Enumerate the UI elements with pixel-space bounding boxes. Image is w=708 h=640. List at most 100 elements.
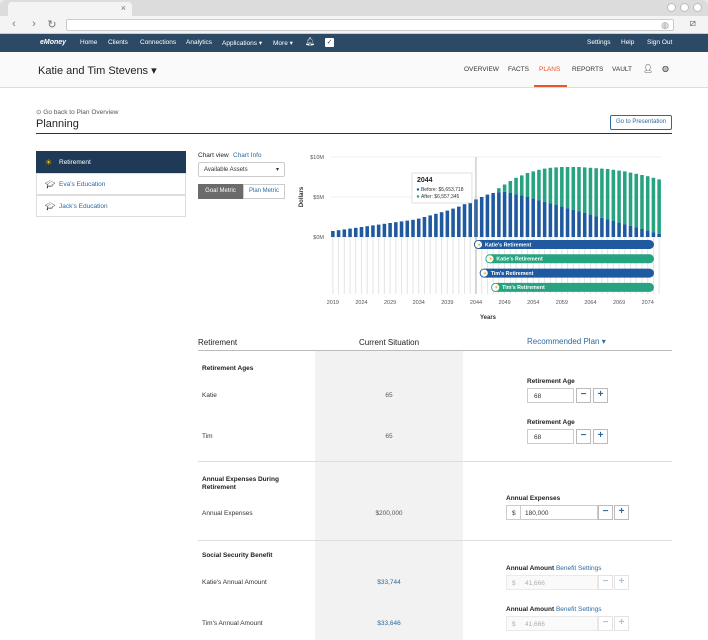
tim-annual-amount-label: Annual Amount Benefit Settings: [506, 606, 601, 613]
tim-age-decrement-button[interactable]: −: [576, 429, 591, 444]
user-icon[interactable]: 👤︎: [643, 64, 653, 73]
back-icon[interactable]: ‹: [8, 18, 20, 30]
nav-help[interactable]: Help: [621, 39, 634, 46]
katie-annual-amount-current-link[interactable]: $33,744: [315, 579, 463, 586]
annual-expenses-label: Annual Expenses: [506, 495, 561, 502]
close-tab-icon[interactable]: ×: [121, 3, 126, 13]
bar-after: [645, 176, 650, 231]
graduation-cap-icon: 🎓︎: [45, 180, 56, 189]
back-link[interactable]: ⊙ Go back to Plan Overview: [36, 108, 118, 116]
benefit-settings-link[interactable]: Benefit Settings: [556, 565, 602, 572]
katie-amount-decrement-button[interactable]: −: [598, 575, 613, 590]
tooltip-before-dot: [416, 188, 420, 191]
window-dot[interactable]: [667, 3, 676, 12]
recommended-plan-dropdown[interactable]: Recommended Plan ▾: [527, 337, 606, 346]
browser-toolbar: ‹ › ↻ ◍ ⧄: [0, 16, 708, 34]
section-divider: [198, 540, 672, 541]
tim-age-increment-button[interactable]: +: [593, 429, 608, 444]
tab-facts[interactable]: FACTS: [508, 66, 529, 73]
bar-after: [611, 169, 616, 221]
tab-overview[interactable]: OVERVIEW: [464, 66, 499, 73]
goal-label: Retirement: [59, 159, 91, 166]
bar-after: [651, 177, 656, 233]
extension-icon[interactable]: ⧄: [690, 18, 696, 29]
window-dot[interactable]: [680, 3, 689, 12]
bar-before: [416, 218, 421, 237]
katie-age-decrement-button[interactable]: −: [576, 388, 591, 403]
nav-sign-out[interactable]: Sign Out: [647, 39, 672, 46]
tim-retirement-age-input[interactable]: 68: [527, 429, 574, 444]
nav-analytics[interactable]: Analytics: [186, 39, 212, 46]
row-label-katie: Katie: [202, 392, 217, 399]
goal-metric-toggle[interactable]: Goal Metric: [198, 184, 243, 199]
address-bar[interactable]: ◍: [66, 19, 674, 31]
nav-settings[interactable]: Settings: [587, 39, 611, 46]
window-dot[interactable]: [693, 3, 702, 12]
bar-before: [359, 227, 364, 237]
goal-label: Jack's Education: [59, 203, 108, 210]
bar-after: [623, 171, 627, 225]
tim-amount-increment-button[interactable]: +: [614, 616, 629, 631]
tim-annual-amount-input[interactable]: $ 41,666: [506, 616, 598, 631]
katie-age-increment-button[interactable]: +: [593, 388, 608, 403]
bell-icon[interactable]: 🔔︎: [305, 37, 315, 46]
nav-connections[interactable]: Connections: [140, 39, 176, 46]
row-label-annual-expenses: Annual Expenses: [202, 510, 253, 517]
nav-applications[interactable]: Applications ▾: [222, 39, 262, 47]
currency-symbol: $: [512, 510, 516, 517]
bar-before: [365, 226, 369, 237]
table-header-current: Current Situation: [358, 338, 420, 347]
bar-before: [468, 201, 473, 237]
bar-after: [600, 168, 604, 218]
window-controls: [667, 3, 702, 12]
bar-after: [502, 184, 507, 192]
bar-before: [336, 230, 341, 237]
bar-before: [519, 195, 524, 237]
x-tick-label: 2064: [584, 300, 596, 306]
tim-annual-amount-current-link[interactable]: $33,646: [315, 620, 463, 627]
globe-icon[interactable]: ◍: [662, 64, 669, 73]
bar-after: [508, 181, 513, 193]
benefit-settings-link[interactable]: Benefit Settings: [556, 606, 602, 613]
chart-info-link[interactable]: Chart Info: [233, 152, 262, 159]
sunset-icon: ☀: [494, 285, 499, 291]
logo: eMoney: [40, 39, 67, 46]
forward-icon[interactable]: ›: [28, 18, 40, 30]
client-name-dropdown[interactable]: Katie and Tim Stevens ▾: [38, 64, 157, 77]
annual-expenses-current: $200,000: [375, 510, 403, 517]
nav-clients[interactable]: Clients: [108, 39, 128, 46]
nav-more[interactable]: More ▾: [273, 39, 293, 47]
section-social-security: Social Security Benefit: [202, 552, 273, 559]
bar-before: [645, 230, 650, 237]
bar-before: [571, 209, 576, 237]
x-tick-label: 2059: [556, 300, 568, 306]
tab-plans[interactable]: PLANS: [539, 66, 560, 73]
annual-expenses-increment-button[interactable]: +: [614, 505, 629, 520]
chart-view-select[interactable]: Available Assets ▾: [198, 162, 285, 177]
reload-icon[interactable]: ↻: [46, 18, 58, 31]
bar-before: [434, 213, 438, 237]
goal-item-jacks-education[interactable]: 🎓︎ Jack's Education: [36, 195, 186, 217]
browser-tab[interactable]: ×: [8, 2, 132, 16]
goal-item-evas-education[interactable]: 🎓︎ Eva's Education: [36, 173, 186, 195]
tab-reports[interactable]: REPORTS: [572, 66, 603, 73]
bar-before: [514, 194, 518, 237]
katie-amount-increment-button[interactable]: +: [614, 575, 629, 590]
nav-home[interactable]: Home: [80, 39, 97, 46]
annual-expenses-decrement-button[interactable]: −: [598, 505, 613, 520]
go-to-presentation-button[interactable]: Go to Presentation: [610, 115, 672, 130]
section-retirement-ages: Retirement Ages: [202, 365, 254, 372]
tim-retirement-age-label: Retirement Age: [527, 419, 575, 426]
tab-vault[interactable]: VAULT: [612, 66, 632, 73]
x-tick-label: 2039: [441, 300, 453, 306]
checkbox-icon[interactable]: ✓: [325, 38, 334, 47]
goal-item-retirement[interactable]: ☀ Retirement: [36, 151, 186, 173]
katie-annual-amount-input[interactable]: $ 41,666: [506, 575, 598, 590]
bar-after: [571, 167, 576, 210]
annual-expenses-input[interactable]: $ 180,000: [506, 505, 598, 520]
tim-amount-decrement-button[interactable]: −: [598, 616, 613, 631]
plan-metric-toggle[interactable]: Plan Metric: [243, 184, 285, 199]
katie-retirement-age-input[interactable]: 68: [527, 388, 574, 403]
input-value: 41,666: [525, 621, 545, 628]
bar-before: [382, 223, 387, 237]
